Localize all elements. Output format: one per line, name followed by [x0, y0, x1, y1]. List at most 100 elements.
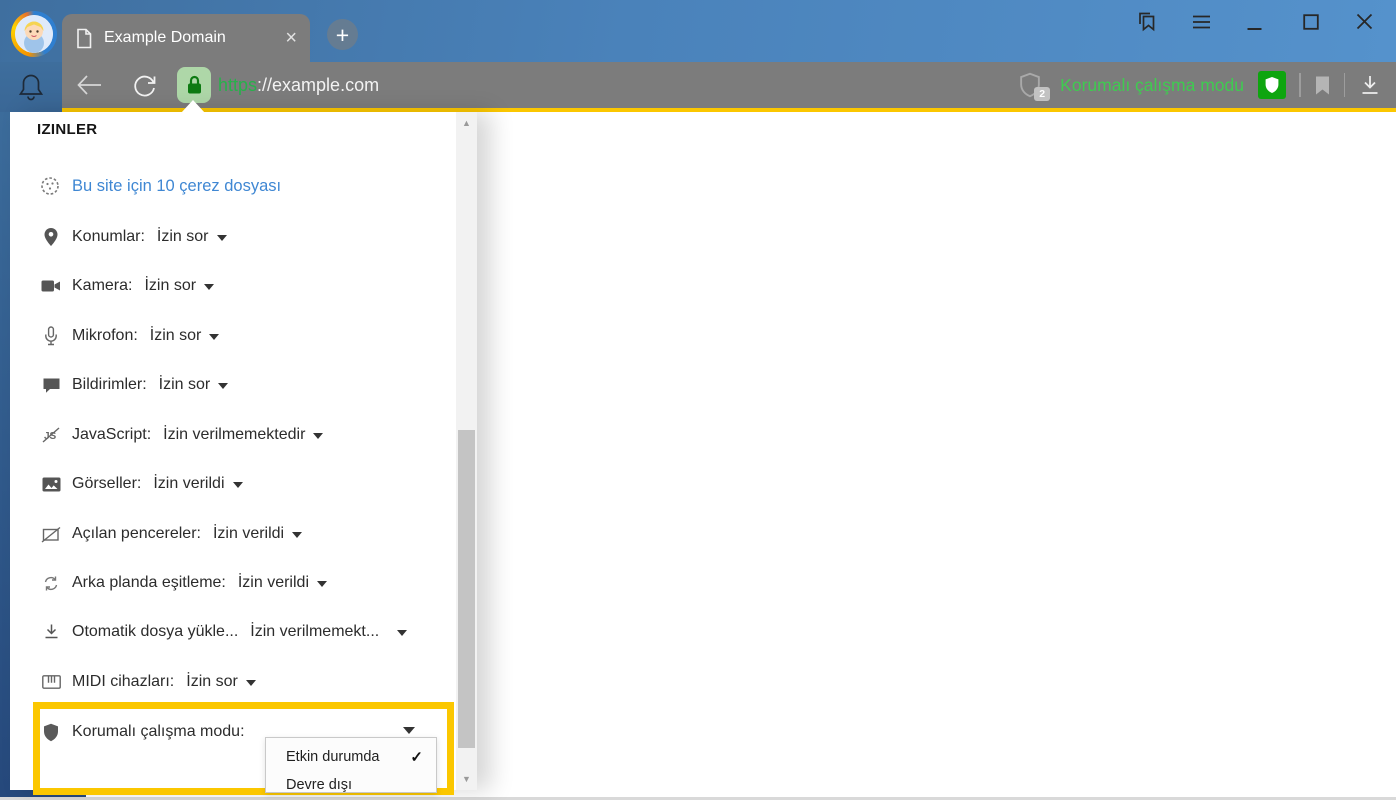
permission-label: Korumalı çalışma modu: — [72, 723, 245, 741]
popups-icon — [40, 526, 62, 543]
permission-dropdown[interactable]: İzin sor — [186, 673, 256, 691]
location-icon — [40, 227, 62, 247]
new-tab-button[interactable]: + — [327, 19, 358, 50]
permission-row-midi: MIDI cihazları: İzin sor — [40, 670, 256, 694]
permission-label: MIDI cihazları: — [72, 673, 174, 691]
url-scheme: https — [218, 75, 257, 96]
permission-dropdown[interactable]: İzin sor — [157, 228, 227, 246]
permission-row-auto-download: Otomatik dosya yükle... İzin verilmemekt… — [40, 620, 407, 644]
address-toolbar: https://example.com 2 Korumalı çalışma m… — [62, 62, 1396, 108]
toolbar-separator — [1299, 73, 1301, 97]
shield-icon — [40, 723, 62, 742]
downloads-icon[interactable] — [1358, 73, 1382, 97]
dropdown-option-disabled[interactable]: Devre dışı — [266, 771, 436, 793]
panel-heading: IZINLER — [37, 121, 97, 138]
url-rest: ://example.com — [257, 75, 379, 96]
camera-icon — [40, 279, 62, 293]
caret-down-icon — [204, 284, 214, 290]
scrollbar-down-icon[interactable]: ▼ — [456, 774, 477, 784]
background-sync-icon — [40, 575, 62, 592]
tab-title: Example Domain — [104, 29, 285, 47]
permission-label: Mikrofon: — [72, 327, 138, 345]
page-favicon-icon — [75, 28, 93, 49]
permission-dropdown[interactable]: İzin verildi — [153, 475, 242, 493]
protect-shield-counter-icon[interactable]: 2 — [1018, 72, 1044, 98]
permission-label: Arka planda eşitleme: — [72, 574, 226, 592]
permission-row-javascript: JS JavaScript: İzin verilmemektedir — [40, 423, 323, 447]
permission-dropdown[interactable]: İzin sor — [150, 327, 220, 345]
permission-value: İzin sor — [186, 673, 238, 691]
side-strip — [0, 62, 62, 112]
permission-row-background-sync: Arka planda eşitleme: İzin verildi — [40, 571, 327, 595]
caret-down-icon — [218, 383, 228, 389]
caret-down-icon — [313, 433, 323, 439]
microphone-icon — [40, 326, 62, 346]
scrollbar-thumb[interactable] — [458, 430, 475, 748]
dropdown-option-label: Devre dışı — [286, 777, 352, 793]
permission-label: Açılan pencereler: — [72, 525, 201, 543]
permission-label: Kamera: — [72, 277, 132, 295]
dropdown-option-enabled[interactable]: Etkin durumda ✓ — [266, 743, 436, 771]
window-left-edge — [0, 112, 10, 790]
address-url[interactable]: https://example.com — [218, 62, 379, 108]
permission-row-location: Konumlar: İzin sor — [40, 225, 227, 249]
permission-label: Konumlar: — [72, 228, 145, 246]
bookmark-icon[interactable] — [1314, 75, 1331, 96]
permission-dropdown[interactable]: İzin verilmemektedir — [163, 426, 323, 444]
site-security-lock-button[interactable] — [177, 67, 211, 103]
permission-value: İzin verildi — [238, 574, 309, 592]
permissions-panel: IZINLER Bu site için 10 çerez dosyası Ko… — [10, 112, 477, 790]
permission-dropdown[interactable]: İzin verildi — [213, 525, 302, 543]
caret-down-icon — [292, 532, 302, 538]
lock-icon — [185, 74, 204, 96]
close-button[interactable] — [1356, 13, 1373, 30]
protection-mode-button[interactable] — [1258, 71, 1286, 99]
permission-value: İzin verilmemektedir — [163, 426, 305, 444]
permission-value: İzin verilmemekt... — [250, 623, 379, 641]
toolbar-right-group: 2 Korumalı çalışma modu — [1018, 62, 1382, 108]
caret-down-icon — [317, 581, 327, 587]
permission-row-images: Görseller: İzin verildi — [40, 472, 243, 496]
minimize-button[interactable] — [1247, 27, 1262, 31]
panel-pointer-notch — [181, 100, 205, 113]
maximize-button[interactable] — [1303, 14, 1319, 30]
reload-button[interactable] — [131, 72, 158, 99]
caret-down-icon — [397, 630, 407, 636]
permission-row-popups: Açılan pencereler: İzin verildi — [40, 522, 302, 546]
permission-value: İzin verildi — [213, 525, 284, 543]
permission-row-microphone: Mikrofon: İzin sor — [40, 324, 219, 348]
auto-download-icon — [40, 623, 62, 641]
tab-close-icon[interactable]: × — [285, 28, 297, 48]
notifications-bell-icon[interactable] — [16, 72, 46, 104]
permission-value: İzin sor — [157, 228, 209, 246]
shield-white-icon — [1264, 76, 1280, 94]
permission-value: İzin sor — [144, 277, 196, 295]
cookie-row: Bu site için 10 çerez dosyası — [39, 175, 281, 197]
profile-avatar[interactable] — [11, 11, 57, 57]
permission-value: İzin verildi — [153, 475, 224, 493]
permission-value: İzin sor — [150, 327, 202, 345]
permission-dropdown[interactable]: İzin verildi — [238, 574, 327, 592]
caret-down-icon — [209, 334, 219, 340]
menu-icon[interactable] — [1192, 13, 1211, 31]
window-bottom-edge — [0, 790, 86, 797]
title-bar: Example Domain × + — [0, 0, 1396, 62]
browser-tab[interactable]: Example Domain × — [62, 14, 310, 62]
permission-dropdown[interactable]: İzin sor — [144, 277, 214, 295]
panel-scrollbar[interactable]: ▲ ▼ — [456, 112, 477, 790]
permission-dropdown[interactable]: İzin sor — [159, 376, 229, 394]
collections-icon[interactable] — [1135, 10, 1159, 34]
scrollbar-up-icon[interactable]: ▲ — [456, 118, 477, 128]
back-button[interactable] — [76, 74, 102, 96]
permission-dropdown[interactable]: İzin verilmemekt... — [250, 623, 407, 641]
permission-label: JavaScript: — [72, 426, 151, 444]
protected-mode-caret-icon[interactable] — [403, 727, 415, 734]
shield-badge-count: 2 — [1034, 87, 1050, 101]
browser-window: Example Domain × + — [0, 0, 1396, 800]
notifications-icon — [40, 377, 62, 394]
caret-down-icon — [217, 235, 227, 241]
cookie-files-link[interactable]: Bu site için 10 çerez dosyası — [72, 177, 281, 196]
protection-mode-label[interactable]: Korumalı çalışma modu — [1060, 75, 1244, 96]
permission-row-protected-mode: Korumalı çalışma modu: — [40, 720, 257, 744]
check-icon: ✓ — [410, 748, 423, 766]
